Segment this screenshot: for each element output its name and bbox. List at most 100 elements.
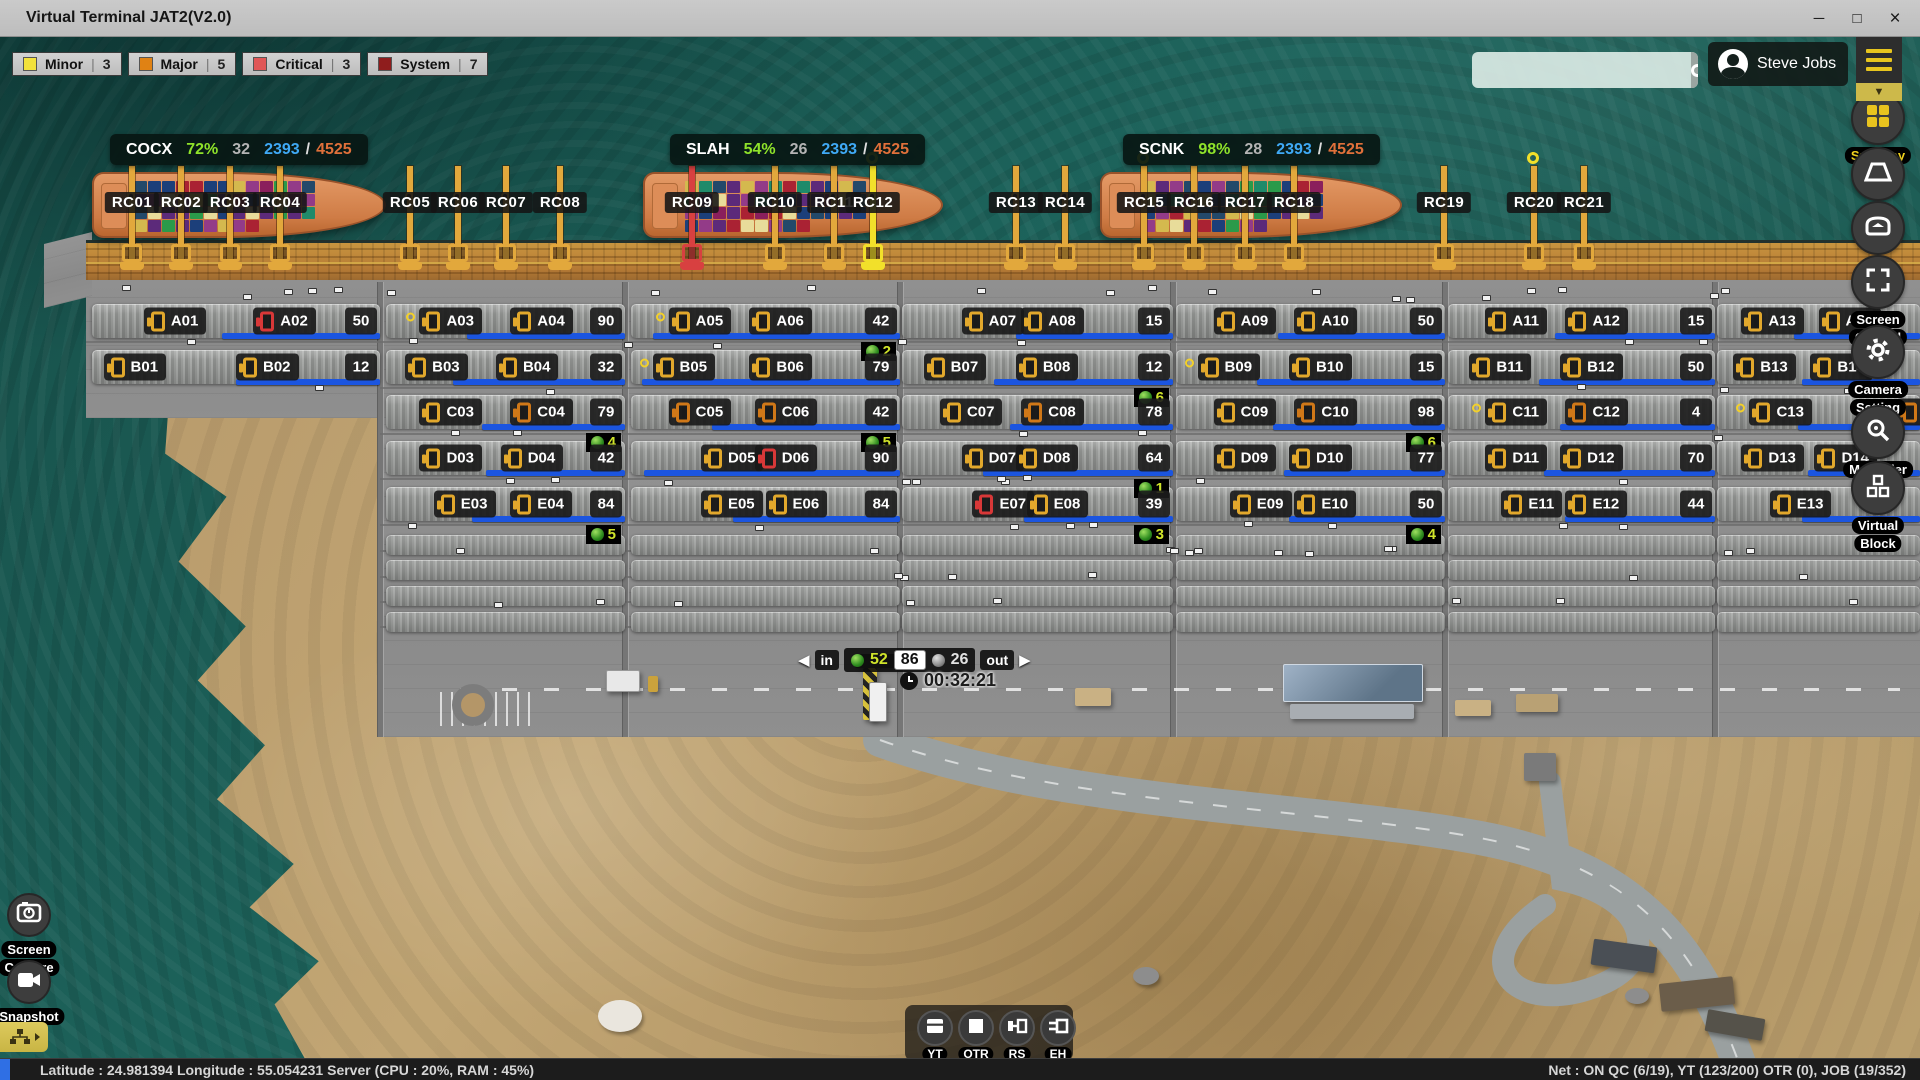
search-input[interactable] xyxy=(1472,52,1691,88)
yard-block-a10[interactable]: A10 xyxy=(1294,308,1357,335)
yard-block-c03[interactable]: C03 xyxy=(419,399,482,426)
yard-block-d11[interactable]: D11 xyxy=(1485,445,1547,472)
yard-block-count[interactable]: 79 xyxy=(590,399,622,426)
yard-block-b03[interactable]: B03 xyxy=(405,354,468,381)
yard-block-row-b1[interactable]: B01 B02 12 xyxy=(92,350,380,384)
crane-label-rc19[interactable]: RC19 xyxy=(1417,192,1471,213)
yard-block-count[interactable]: 15 xyxy=(1680,308,1712,335)
yard-block-c05[interactable]: C05 xyxy=(669,399,732,426)
yard-block-row-e2[interactable]: E03E04845 xyxy=(386,487,625,521)
yard-block-a07[interactable]: A07 xyxy=(962,308,1025,335)
toolbar-button-yt[interactable] xyxy=(917,1010,953,1046)
yard-block-a01[interactable]: A01 xyxy=(144,308,207,335)
yard-block-d08[interactable]: D08 xyxy=(1016,445,1079,472)
yard-block-count[interactable]: 42 xyxy=(865,308,897,335)
yard-block-d03[interactable]: D03 xyxy=(419,445,482,472)
close-button[interactable]: × xyxy=(1880,5,1910,33)
menu-collapse-strip[interactable]: ▼ xyxy=(1856,83,1902,101)
yard-block-row-e6[interactable]: E11E12 44 xyxy=(1448,487,1715,521)
crane-label-rc10[interactable]: RC10 xyxy=(748,192,802,213)
crane-label-rc08[interactable]: RC08 xyxy=(533,192,587,213)
yard-block-row-d6[interactable]: D11 D12 70 xyxy=(1448,441,1715,475)
yard-block-c09[interactable]: C09 xyxy=(1214,399,1277,426)
yard-block-a09[interactable]: A09 xyxy=(1214,308,1277,335)
crane-label-rc12[interactable]: RC12 xyxy=(846,192,900,213)
yard-block-b10[interactable]: B10 xyxy=(1289,354,1352,381)
user-panel[interactable]: Steve Jobs xyxy=(1708,42,1848,86)
alarm-chip-system[interactable]: System|7 xyxy=(367,52,488,76)
crane-label-rc14[interactable]: RC14 xyxy=(1038,192,1092,213)
yard-block-e05[interactable]: E05 xyxy=(701,491,763,518)
yard-block-count[interactable]: 70 xyxy=(1680,445,1712,472)
yard-block-row-b3[interactable]: B05B0679 xyxy=(631,350,900,384)
yard-block-e09[interactable]: E09 xyxy=(1230,491,1292,518)
yard-block-row-e4[interactable]: E07E08393 xyxy=(902,487,1173,521)
yard-block-count[interactable]: 42 xyxy=(590,445,622,472)
yard-block-count[interactable]: 12 xyxy=(345,354,377,381)
yard-block-c04[interactable]: C04 xyxy=(510,399,573,426)
yard-block-row-a4[interactable]: A07A08 15 xyxy=(902,304,1173,338)
yard-block-d06[interactable]: D06 xyxy=(755,445,818,472)
crane-label-rc02[interactable]: RC02 xyxy=(154,192,208,213)
yard-block-b04[interactable]: B04 xyxy=(496,354,559,381)
crane-label-rc04[interactable]: RC04 xyxy=(253,192,307,213)
yard-block-count[interactable]: 84 xyxy=(865,491,897,518)
yard-block-a02[interactable]: A02 xyxy=(253,308,316,335)
yard-block-e04[interactable]: E04 xyxy=(510,491,572,518)
yard-block-row-b2[interactable]: B03B0432 xyxy=(386,350,625,384)
yard-block-count[interactable]: 84 xyxy=(590,491,622,518)
yard-block-d07[interactable]: D07 xyxy=(962,445,1025,472)
yard-block-d04[interactable]: D04 xyxy=(501,445,564,472)
sidebar-button-2d[interactable] xyxy=(1851,147,1905,201)
yard-block-b09[interactable]: B09 xyxy=(1198,354,1261,381)
yard-block-a08[interactable]: A08 xyxy=(1021,308,1084,335)
yard-block-d12[interactable]: D12 xyxy=(1560,445,1623,472)
yard-block-b07[interactable]: B07 xyxy=(924,354,987,381)
minimize-button[interactable]: ─ xyxy=(1804,5,1834,33)
yard-block-row-b6[interactable]: B11B1250 xyxy=(1448,350,1715,384)
crane-label-rc20[interactable]: RC20 xyxy=(1507,192,1561,213)
yard-block-row-c3[interactable]: C05C06425 xyxy=(631,395,900,429)
yard-block-e08[interactable]: E08 xyxy=(1027,491,1089,518)
crane-label-rc03[interactable]: RC03 xyxy=(203,192,257,213)
yard-block-e12[interactable]: E12 xyxy=(1565,491,1627,518)
yard-block-count[interactable]: 77 xyxy=(1410,445,1442,472)
yard-block-e06[interactable]: E06 xyxy=(766,491,828,518)
vessel-badge-cocx[interactable]: COCX72%322393/4525 xyxy=(110,134,368,165)
yard-block-row-b5[interactable]: B09B1015 xyxy=(1176,350,1445,384)
search-button[interactable] xyxy=(1691,52,1698,88)
sidebar-button-3d[interactable] xyxy=(1851,201,1905,255)
yard-block-row-d5[interactable]: D09D1077 xyxy=(1176,441,1445,475)
toolbar-button-eh[interactable] xyxy=(1040,1010,1076,1046)
sidebar-button-magnifier[interactable] xyxy=(1851,405,1905,459)
yard-block-row-c2[interactable]: C03C04794 xyxy=(386,395,625,429)
yard-block-row-e5[interactable]: E09E10504 xyxy=(1176,487,1445,521)
yard-block-a03[interactable]: A03 xyxy=(419,308,482,335)
yard-block-count[interactable]: 90 xyxy=(865,445,897,472)
yard-block-a06[interactable]: A06 xyxy=(749,308,812,335)
yard-block-row-c6[interactable]: C11C124 xyxy=(1448,395,1715,429)
crane-label-rc01[interactable]: RC01 xyxy=(105,192,159,213)
yard-block-row-e3[interactable]: E05E06 84 xyxy=(631,487,900,521)
left-tool-screen-capture[interactable] xyxy=(7,893,51,937)
sidebar-button-virtual-block[interactable] xyxy=(1851,461,1905,515)
yard-block-b01[interactable]: B01 xyxy=(104,354,167,381)
yard-block-row-c5[interactable]: C09C10986 xyxy=(1176,395,1445,429)
gate-next-arrow[interactable]: ▶ xyxy=(1019,651,1031,669)
yard-block-count[interactable]: 50 xyxy=(1410,308,1442,335)
yard-block-count[interactable]: 15 xyxy=(1138,308,1170,335)
yard-block-e03[interactable]: E03 xyxy=(434,491,496,518)
yard-block-row-a6[interactable]: A11A1215 xyxy=(1448,304,1715,338)
yard-block-c08[interactable]: C08 xyxy=(1021,399,1084,426)
yard-block-e11[interactable]: E11 xyxy=(1501,491,1562,518)
alarm-chip-major[interactable]: Major|5 xyxy=(128,52,237,76)
yard-block-count[interactable]: 98 xyxy=(1410,399,1442,426)
gate-bay-number[interactable]: 86 xyxy=(894,650,926,670)
crane-label-rc21[interactable]: RC21 xyxy=(1557,192,1611,213)
yard-block-b12[interactable]: B12 xyxy=(1560,354,1623,381)
yard-block-b02[interactable]: B02 xyxy=(236,354,299,381)
yard-block-count[interactable]: 44 xyxy=(1680,491,1712,518)
yard-block-d09[interactable]: D09 xyxy=(1214,445,1277,472)
yard-block-count[interactable]: 42 xyxy=(865,399,897,426)
network-tree-tab[interactable] xyxy=(0,1022,48,1052)
